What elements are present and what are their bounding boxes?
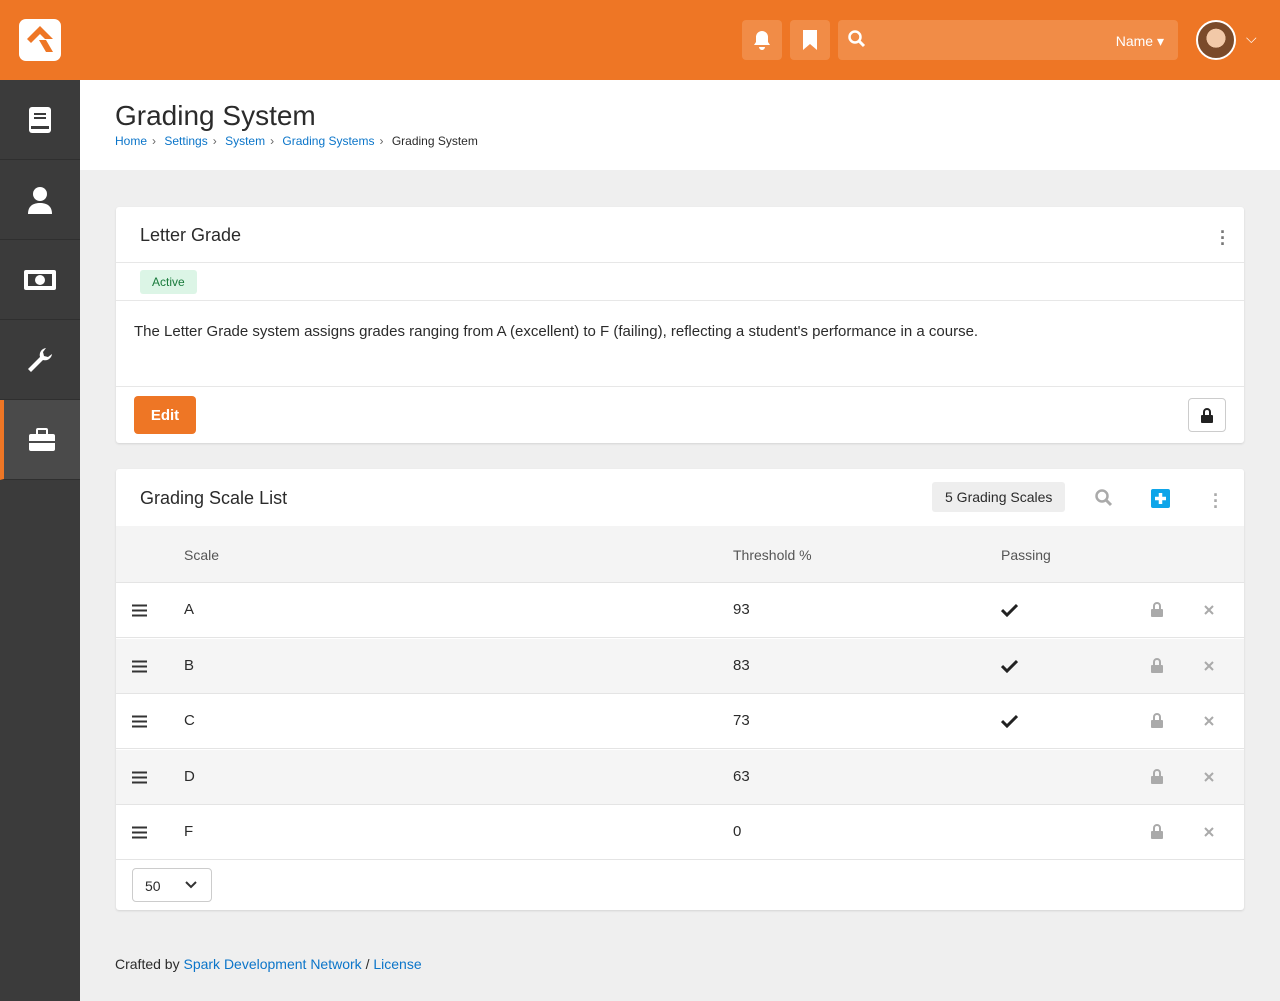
search-scope-dropdown[interactable]: Name ▾ [1116,33,1164,50]
column-scale[interactable]: Scale [184,547,219,563]
check-icon [1001,659,1018,673]
grading-scale-list: Grading Scale List 5 Grading Scales · · · … [116,469,1244,910]
table-row[interactable]: D 63 [116,749,1244,805]
person-icon [28,186,52,214]
drag-handle-icon[interactable] [132,826,147,839]
sidebar-item-book[interactable] [0,80,80,160]
bookmark-icon [803,30,817,50]
search-icon[interactable] [1095,489,1113,507]
lock-icon[interactable] [1151,713,1163,728]
sidebar-item-people[interactable] [0,160,80,240]
page-title: Grading System [115,100,316,131]
threshold-cell: 93 [733,601,750,618]
breadcrumb-home[interactable]: Home [115,134,147,148]
count-badge: 5 Grading Scales [932,482,1066,512]
page-header: Grading System Home › Settings › System › G… [80,80,1280,170]
threshold-cell: 83 [733,656,750,674]
detail-title: Letter Grade [140,225,242,245]
threshold-cell: 0 [733,823,742,840]
top-bar: Name ▾ ⌵ [0,0,1280,80]
column-passing[interactable]: Passing [1001,547,1051,563]
threshold-cell: 73 [733,712,750,729]
search-icon [848,30,866,48]
book-icon [29,106,51,133]
sidebar [0,80,80,1001]
lock-icon[interactable] [1151,657,1163,673]
drag-handle-icon[interactable] [132,604,147,617]
table-row[interactable]: B 83 [116,638,1244,694]
scale-cell: F [184,823,194,840]
table-header: Scale Threshold % Passing [116,526,1244,583]
footer: Crafted by Spark Development Network / L… [115,956,422,972]
lock-icon [1201,407,1213,423]
detail-card: Letter Grade · · · Active The Letter Grade… [116,207,1244,443]
threshold-cell: 63 [733,767,750,785]
scale-cell: C [184,712,195,729]
status-badge: Active [140,270,197,294]
table-row[interactable]: F 0 [116,805,1244,860]
edit-button[interactable]: Edit [134,396,196,434]
money-icon [24,269,56,290]
chevron-down-icon [185,881,197,889]
drag-handle-icon[interactable] [132,660,147,673]
check-icon [1001,714,1018,728]
briefcase-icon [29,427,55,451]
add-icon[interactable] [1151,489,1170,508]
search-scope-label: Name [1115,33,1154,49]
notifications-button[interactable] [742,20,782,60]
delete-icon[interactable] [1204,827,1214,837]
breadcrumb-system[interactable]: System [225,134,265,148]
breadcrumb: Home › Settings › System › Grading Systems ›… [115,134,478,148]
bookmarks-button[interactable] [790,20,830,60]
scale-cell: D [184,767,195,785]
wrench-icon [28,347,52,372]
table-row[interactable]: C 73 [116,694,1244,749]
check-icon [1001,603,1018,617]
delete-icon[interactable] [1204,605,1214,615]
drag-handle-icon[interactable] [132,715,147,728]
lock-icon[interactable] [1151,768,1163,784]
footer-separator: / [365,956,370,972]
lock-icon[interactable] [1151,824,1163,839]
page-size-select[interactable]: 50 [132,868,212,902]
breadcrumb-settings[interactable]: Settings [164,134,207,148]
avatar[interactable] [1196,20,1236,60]
footer-license-link[interactable]: License [373,956,421,972]
sidebar-item-admin[interactable] [0,400,80,480]
security-button[interactable] [1188,398,1226,432]
sidebar-item-tools[interactable] [0,320,80,400]
search-input[interactable]: Name ▾ [838,20,1178,60]
lock-icon[interactable] [1151,602,1163,617]
footer-prefix: Crafted by [115,956,180,972]
breadcrumb-grading-systems[interactable]: Grading Systems [282,134,374,148]
sidebar-item-finance[interactable] [0,240,80,320]
scale-cell: A [184,601,195,618]
chevron-down-icon[interactable]: ⌵ [1246,30,1257,47]
breadcrumb-current: Grading System [391,134,478,148]
rock-logo[interactable] [19,19,61,61]
list-title: Grading Scale List [140,488,288,508]
page-size-value: 50 [145,878,161,894]
delete-icon[interactable] [1204,771,1214,782]
delete-icon[interactable] [1204,660,1214,671]
footer-org-link[interactable]: Spark Development Network [183,956,361,972]
column-threshold[interactable]: Threshold % [733,547,812,563]
description: The Letter Grade system assigns grades r… [134,323,979,340]
table-row[interactable]: A 93 [116,583,1244,638]
scale-cell: B [184,656,195,674]
drag-handle-icon[interactable] [132,771,147,784]
more-options-icon[interactable]: · · · [1213,486,1219,516]
delete-icon[interactable] [1204,716,1214,726]
more-options-icon[interactable]: · · · [1220,223,1226,253]
bell-icon [754,31,770,50]
